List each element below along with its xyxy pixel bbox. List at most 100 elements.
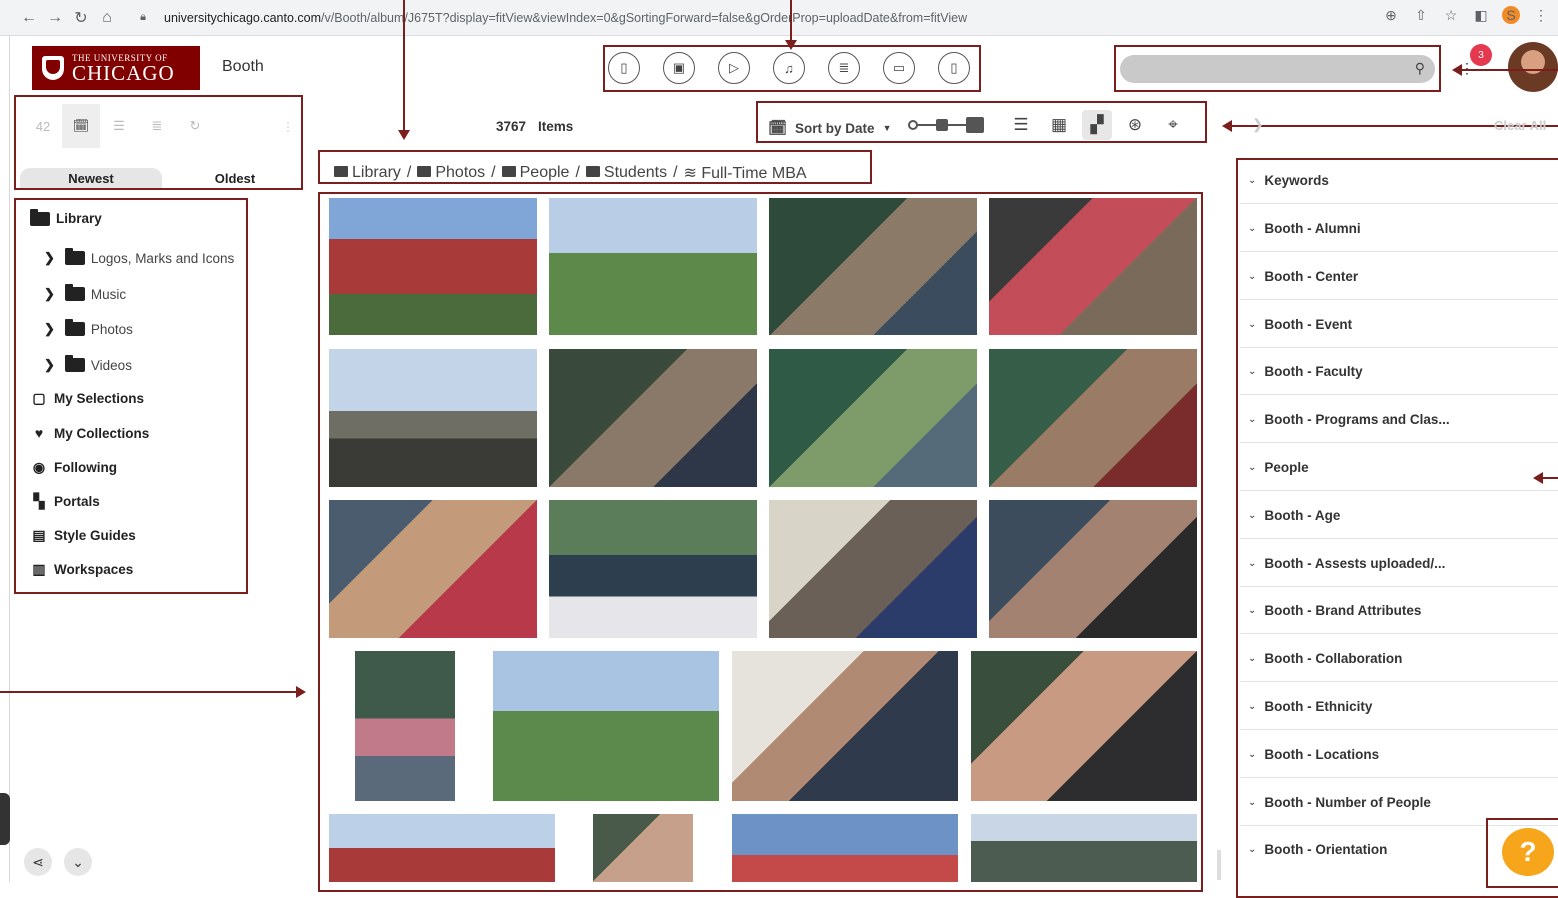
side-tab-handle[interactable] <box>0 793 10 845</box>
photo-thumbnail[interactable] <box>549 500 757 638</box>
facet-item[interactable]: ⌄ Booth - Center <box>1240 253 1558 300</box>
sidebar-item-following[interactable]: ◉ Following <box>28 459 117 476</box>
photo-thumbnail[interactable] <box>593 814 693 882</box>
facet-item[interactable]: ⌄ Booth - Collaboration <box>1240 635 1558 682</box>
facet-item[interactable]: ⌄ Booth - Brand Attributes <box>1240 587 1558 634</box>
chevron-right-icon[interactable]: ❯ <box>44 250 55 266</box>
breadcrumb-photos[interactable]: Photos <box>417 164 485 182</box>
photo-thumbnail[interactable] <box>329 349 537 487</box>
forward-icon[interactable]: → <box>42 5 68 31</box>
all-files-icon[interactable]: ▯ <box>608 52 640 84</box>
sidebar-item-music[interactable]: ❯ Music <box>44 284 126 302</box>
chevron-down-icon[interactable]: ⌄ <box>64 848 92 876</box>
photo-thumbnail[interactable] <box>971 814 1197 882</box>
facet-item[interactable]: ⌄ People <box>1240 444 1558 491</box>
notification-badge[interactable]: 3 <box>1470 44 1492 66</box>
list-view-icon[interactable]: ☰ <box>1006 110 1036 140</box>
share-icon[interactable]: ⇧ <box>1412 7 1430 24</box>
newest-tab[interactable]: Newest <box>20 168 162 188</box>
slider-medium-stop[interactable] <box>936 119 948 131</box>
facet-item[interactable]: ⌄ Booth - Age <box>1240 492 1558 539</box>
breadcrumb-full-time-mba[interactable]: ≋ Full-Time MBA <box>684 163 807 183</box>
video-icon[interactable]: ▷ <box>718 52 750 84</box>
facet-item[interactable]: ⌄ Keywords <box>1240 157 1558 204</box>
zoom-icon[interactable]: ⊕ <box>1382 7 1400 24</box>
photo-thumbnail[interactable] <box>493 651 719 801</box>
chevron-right-icon[interactable]: ❯ <box>44 357 55 373</box>
sidebar-item-library[interactable]: Library <box>30 208 102 226</box>
sidebar-item-style-guides[interactable]: ▤ Style Guides <box>28 527 135 544</box>
image-icon[interactable]: ▣ <box>663 52 695 84</box>
photo-thumbnail[interactable] <box>549 349 757 487</box>
photo-thumbnail[interactable] <box>329 500 537 638</box>
photo-thumbnail[interactable] <box>549 198 757 335</box>
other-file-icon[interactable]: ▯ <box>938 52 970 84</box>
facet-item[interactable]: ⌄ Booth - Assests uploaded/... <box>1240 540 1558 587</box>
photo-thumbnail[interactable] <box>329 198 537 335</box>
facet-item[interactable]: ⌄ Booth - Programs and Clas... <box>1240 396 1558 443</box>
sidebar-item-logos[interactable]: ❯ Logos, Marks and Icons <box>44 248 234 266</box>
grid-view-icon[interactable]: ▦ <box>1044 110 1074 140</box>
refresh-icon[interactable]: ↻ <box>176 104 214 148</box>
facet-item[interactable]: ⌄ Booth - Event <box>1240 301 1558 348</box>
sidepanel-icon[interactable]: ◧ <box>1472 7 1490 24</box>
slider-large-stop[interactable] <box>966 117 984 133</box>
photo-thumbnail[interactable] <box>732 651 958 801</box>
bookmark-star-icon[interactable]: ☆ <box>1442 7 1460 24</box>
breadcrumb-library[interactable]: Library <box>334 164 401 182</box>
sort-count[interactable]: 42 <box>24 104 62 148</box>
home-icon[interactable]: ⌂ <box>94 5 120 31</box>
browser-menu-icon[interactable]: ⋮ <box>1532 7 1550 24</box>
oldest-tab[interactable]: Oldest <box>165 168 305 188</box>
reload-icon[interactable]: ↻ <box>68 5 94 31</box>
map-pin-icon[interactable]: ⌖ <box>1158 110 1188 140</box>
thumbnail-size-slider[interactable] <box>908 117 986 133</box>
search-icon[interactable]: ⚲ <box>1415 60 1425 77</box>
presentation-icon[interactable]: ▭ <box>883 52 915 84</box>
sidebar-item-photos[interactable]: ❯ Photos <box>44 319 133 337</box>
photo-thumbnail[interactable] <box>769 198 977 335</box>
university-logo[interactable]: THE UNIVERSITY OF CHICAGO <box>32 46 200 90</box>
grid-scrollbar[interactable] <box>1217 850 1221 880</box>
sidebar-item-portals[interactable]: ▚ Portals <box>28 493 100 510</box>
help-button[interactable]: ? <box>1502 828 1554 876</box>
profile-avatar[interactable]: S <box>1502 6 1520 24</box>
breadcrumb-students[interactable]: Students <box>585 164 667 182</box>
more-sort-icon[interactable]: ⋮ <box>282 120 294 134</box>
sidebar-item-my-selections[interactable]: ▢ My Selections <box>28 390 144 407</box>
back-icon[interactable]: ← <box>16 5 42 31</box>
photo-thumbnail[interactable] <box>329 814 555 882</box>
chevron-right-icon[interactable]: ❯ <box>44 286 55 302</box>
sidebar-item-my-collections[interactable]: ♥ My Collections <box>28 425 149 441</box>
photo-thumbnail[interactable] <box>971 651 1197 801</box>
facet-item[interactable]: ⌄ Booth - Faculty <box>1240 348 1558 395</box>
document-icon[interactable]: ≣ <box>828 52 860 84</box>
facet-item[interactable]: ⌄ Booth - Alumni <box>1240 205 1558 252</box>
size-sort-icon[interactable]: ≣ <box>138 104 176 148</box>
chevron-right-icon[interactable]: ❯ <box>1252 116 1264 133</box>
sidebar-item-workspaces[interactable]: ▥ Workspaces <box>28 561 133 578</box>
name-sort-icon[interactable]: ☰ <box>100 104 138 148</box>
photo-thumbnail[interactable] <box>989 349 1197 487</box>
share-icon[interactable]: ⋖ <box>24 848 52 876</box>
photo-thumbnail[interactable] <box>769 349 977 487</box>
sort-by-date-button[interactable]: 🗓︎ Sort by Date ▼ <box>768 119 892 137</box>
audio-icon[interactable]: ♫ <box>773 52 805 84</box>
search-input[interactable]: ⚲ <box>1120 55 1435 83</box>
facet-item[interactable]: ⌄ Booth - Ethnicity <box>1240 683 1558 730</box>
sidebar-item-videos[interactable]: ❯ Videos <box>44 355 132 373</box>
photo-thumbnail[interactable] <box>989 198 1197 335</box>
clear-all-link[interactable]: Clear All <box>1494 118 1546 133</box>
avatar[interactable] <box>1508 42 1558 92</box>
facet-item[interactable]: ⌄ Booth - Locations <box>1240 731 1558 778</box>
breadcrumb-people[interactable]: People <box>501 164 569 182</box>
photo-thumbnail[interactable] <box>769 500 977 638</box>
photo-thumbnail[interactable] <box>732 814 958 882</box>
address-bar[interactable]: universitychicago.canto.com/v/Booth/albu… <box>164 11 967 25</box>
calendar-icon[interactable]: 🗓︎ <box>62 104 100 148</box>
photo-thumbnail[interactable] <box>355 651 455 801</box>
fit-view-icon[interactable]: ▞ <box>1082 110 1112 140</box>
photo-thumbnail[interactable] <box>989 500 1197 638</box>
slider-small-stop[interactable] <box>908 120 918 130</box>
globe-view-icon[interactable]: ⊛ <box>1120 110 1150 140</box>
